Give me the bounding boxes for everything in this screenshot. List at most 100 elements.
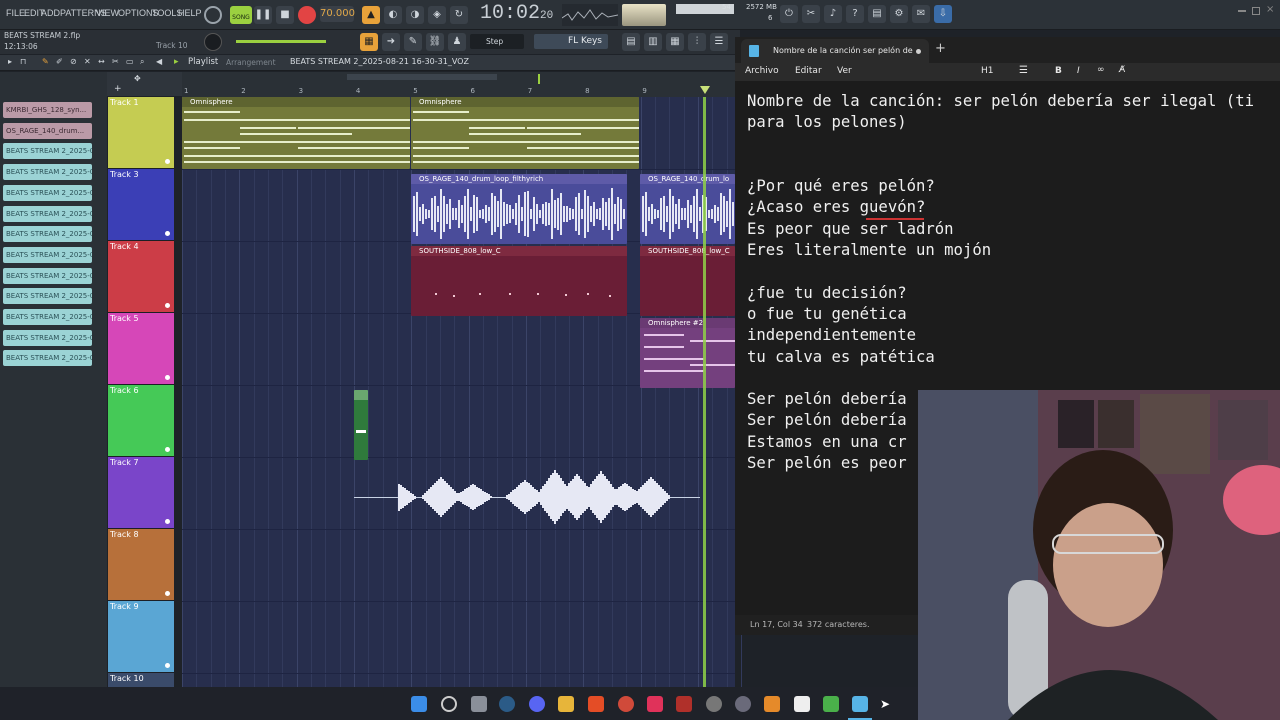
track-led-icon[interactable] (165, 303, 170, 308)
browser-item[interactable]: BEATS STREAM 2_2025-08... (3, 143, 92, 160)
menu-help[interactable]: HELP (178, 8, 202, 18)
track-header[interactable]: Track 8 (108, 529, 174, 601)
mixer-icon[interactable]: ⚙ (890, 5, 908, 23)
wait-icon[interactable]: ◐ (384, 6, 402, 24)
menu-ver[interactable]: Ver (837, 66, 852, 76)
help-icon[interactable]: ? (846, 5, 864, 23)
media-icon[interactable] (647, 696, 663, 712)
chrome-icon[interactable] (618, 696, 634, 712)
mute-icon[interactable]: ✕ (84, 57, 91, 66)
notepad-tab[interactable]: Nombre de la canción ser pelón de (741, 39, 929, 63)
zoom-icon[interactable]: ⌕ (140, 57, 144, 67)
slip-icon[interactable]: ↔ (98, 57, 105, 66)
discord-icon[interactable] (529, 696, 545, 712)
track-led-icon[interactable] (165, 591, 170, 596)
pencil-icon[interactable]: ✎ (404, 33, 422, 51)
draw-icon[interactable]: ✎ (42, 57, 49, 66)
horizontal-scrollbar[interactable] (347, 74, 497, 80)
track-led-icon[interactable] (165, 663, 170, 668)
browser-item[interactable]: BEATS STREAM 2_2025-08... (3, 226, 92, 243)
move-icon[interactable]: ✥ (134, 74, 141, 83)
unsaved-dot-icon[interactable] (916, 49, 921, 54)
pause-icon[interactable]: ❚❚ (254, 6, 272, 24)
browser-item[interactable]: BEATS STREAM 2_2025-08... (3, 350, 92, 367)
tempo-display[interactable]: 70.000 (320, 6, 355, 22)
track-header[interactable]: Track 3 (108, 169, 174, 241)
mixer-view-icon[interactable]: ⫶ (688, 33, 706, 51)
clip-808-1[interactable]: SOUTHSIDE_808_low_C (411, 246, 627, 316)
link-icon[interactable]: ⛓ (426, 33, 444, 51)
delete-icon[interactable]: ⊘ (70, 57, 77, 66)
save-icon[interactable]: ▤ (868, 5, 886, 23)
italic-icon[interactable]: I (1077, 66, 1080, 76)
capcut-icon[interactable] (794, 696, 810, 712)
track-header[interactable]: Track 5 (108, 313, 174, 385)
browser-item[interactable]: BEATS STREAM 2_2025-08... (3, 267, 92, 284)
mic-icon[interactable]: ♪ (824, 5, 842, 23)
browser-item[interactable]: BEATS STREAM 2_2025-08... (3, 246, 92, 263)
menu-archivo[interactable]: Archivo (745, 66, 779, 76)
browser-item[interactable]: BEATS STREAM 2_2025-08... (3, 288, 92, 305)
browser-item[interactable]: BEATS STREAM 2_2025-08... (3, 309, 92, 325)
countdown-icon[interactable]: ◑ (406, 6, 424, 24)
speaker-icon[interactable]: ◀ (156, 57, 162, 66)
chat-icon[interactable]: ✉ (912, 5, 930, 23)
menu-add[interactable]: ADD (41, 8, 60, 18)
master-pitch-knob[interactable] (204, 33, 222, 51)
select-icon[interactable]: ▭ (126, 57, 134, 66)
bold-icon[interactable]: B (1055, 66, 1062, 76)
track-header[interactable]: Track 1 (108, 97, 174, 169)
clip-omnisphere-3[interactable]: Omnisphere #2 (640, 318, 735, 388)
stop-icon[interactable]: ■ (276, 6, 294, 24)
track-led-icon[interactable] (165, 447, 170, 452)
browser-item[interactable]: OS_RAGE_140_drum... (3, 122, 92, 139)
song-mode-button[interactable]: SONG (230, 6, 252, 24)
browser-item[interactable]: BEATS STREAM 2_2025-08... (3, 329, 92, 346)
magnet-icon[interactable]: ⊓ (20, 57, 26, 66)
track-led-icon[interactable] (165, 519, 170, 524)
fl-studio-icon[interactable] (764, 696, 780, 712)
file-explorer-icon[interactable] (558, 696, 574, 712)
maximize-icon[interactable] (1252, 7, 1260, 15)
track-header[interactable]: Track 7 (108, 457, 174, 529)
cut-icon[interactable]: ✂ (802, 5, 820, 23)
browser-item[interactable]: BEATS STREAM 2_2025-08... (3, 184, 92, 201)
browser-item[interactable]: BEATS STREAM 2_2025-08... (3, 205, 92, 222)
playlist-grid[interactable]: Omnisphere Omnisphere OS_RAGE_140_drum_l… (182, 97, 742, 687)
new-tab-icon[interactable]: + (935, 41, 946, 56)
snipping-icon[interactable] (823, 696, 839, 712)
record-button[interactable] (298, 6, 316, 24)
track-header[interactable]: Track 9 (108, 601, 174, 673)
playlist-icon[interactable]: ▤ (622, 33, 640, 51)
track-header[interactable]: Track 6 (108, 385, 174, 457)
snap-select[interactable]: Step (470, 34, 524, 49)
channel-rack-icon[interactable]: ▥ (644, 33, 662, 51)
playhead[interactable] (703, 97, 706, 687)
pitch-knob-icon[interactable] (204, 6, 222, 24)
task-view-icon[interactable] (471, 696, 487, 712)
clip-omnisphere-2[interactable]: Omnisphere (411, 97, 639, 169)
menu-view[interactable]: VIEW (96, 8, 119, 18)
loop-record-icon[interactable]: ↻ (450, 6, 468, 24)
browser-item[interactable]: BEATS STREAM 2_2025-08... (3, 164, 92, 181)
track-led-icon[interactable] (165, 375, 170, 380)
clear-format-icon[interactable]: A̸ (1119, 65, 1125, 75)
clip-track6[interactable] (354, 390, 368, 460)
obs-icon[interactable] (735, 696, 751, 712)
clip-omnisphere-1[interactable]: Omnisphere (182, 97, 410, 169)
menu-file[interactable]: FILE (6, 8, 25, 18)
instrument-select[interactable]: FL Keys (534, 34, 608, 49)
close-icon[interactable]: × (1266, 4, 1274, 15)
track-led-icon[interactable] (165, 231, 170, 236)
clip-808-2[interactable]: SOUTHSIDE_808_low_C (640, 246, 735, 316)
arrow-right-icon[interactable]: ▸ (8, 57, 12, 66)
blend-icon[interactable]: ◈ (428, 6, 446, 24)
minimize-icon[interactable] (1238, 10, 1246, 12)
download-icon[interactable]: ⇩ (934, 5, 952, 23)
notepad-taskbar-icon[interactable] (852, 696, 868, 712)
heading-select[interactable]: H1 (981, 66, 994, 76)
piano-roll-icon[interactable]: ▦ (360, 33, 378, 51)
arrow-icon[interactable]: ➜ (382, 33, 400, 51)
browser-icon[interactable]: ☰ (710, 33, 728, 51)
app-icon[interactable] (706, 696, 722, 712)
